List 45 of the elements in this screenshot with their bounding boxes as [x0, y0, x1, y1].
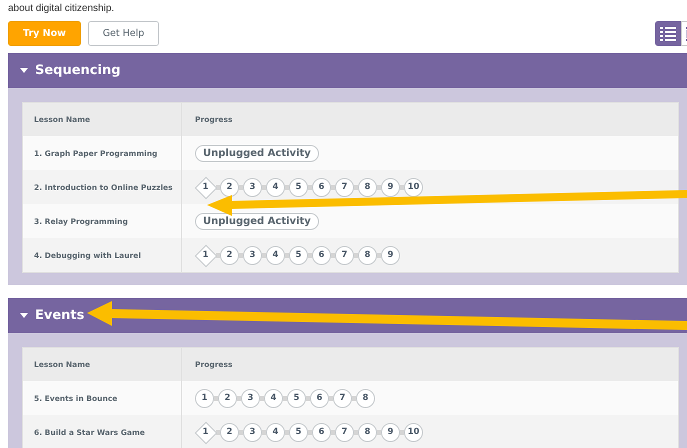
level-bubble[interactable]: 9 [381, 422, 400, 442]
level-bubble[interactable]: 10 [404, 178, 423, 196]
level-bubble[interactable]: 2 [220, 178, 239, 196]
level-bubble[interactable]: 5 [289, 178, 308, 196]
unplugged-activity-badge[interactable]: Unplugged Activity [195, 212, 319, 230]
level-bubble[interactable]: 4 [264, 388, 283, 408]
level-bubble[interactable]: 5 [287, 388, 306, 408]
section-title: Events [35, 308, 84, 323]
level-bubble[interactable]: 3 [241, 388, 260, 408]
level-bubble[interactable]: 8 [358, 178, 377, 196]
caret-icon [20, 313, 28, 318]
level-bubble[interactable]: 3 [243, 246, 262, 264]
level-bubble[interactable]: 6 [312, 178, 331, 196]
level-bubble[interactable]: 6 [310, 388, 329, 408]
level-bubble[interactable]: 9 [381, 246, 400, 264]
level-bubble[interactable]: 10 [404, 422, 423, 442]
help-button[interactable]: Get Help [88, 21, 159, 46]
unplugged-activity-badge[interactable]: Unplugged Activity [195, 144, 319, 162]
level-bubble[interactable]: 4 [266, 178, 285, 196]
level-bubble[interactable]: 5 [289, 422, 308, 442]
level-bubble[interactable]: 6 [312, 246, 331, 264]
level-bubble[interactable]: 3 [243, 422, 262, 442]
section-header[interactable]: Sequencing [8, 53, 687, 88]
list-icon [660, 26, 676, 40]
level-bubble[interactable]: 4 [266, 246, 285, 264]
level-bubble[interactable]: 8 [358, 422, 377, 442]
level-bubble[interactable]: 3 [243, 178, 262, 196]
level-bubble[interactable]: 1 [195, 388, 214, 408]
level-bubble[interactable]: 5 [289, 246, 308, 264]
list-view-button[interactable] [655, 21, 681, 46]
level-bubble[interactable]: 2 [220, 422, 239, 442]
intro-text: about digital citizenship. [7, 2, 116, 16]
section-title: Sequencing [35, 63, 121, 78]
level-bubble[interactable]: 8 [356, 388, 375, 408]
level-bubble[interactable]: 8 [358, 246, 377, 264]
level-bubble[interactable]: 7 [335, 246, 354, 264]
level-bubble[interactable]: 6 [312, 422, 331, 442]
level-bubble[interactable]: 7 [335, 178, 354, 196]
level-bubble[interactable]: 2 [220, 246, 239, 264]
level-bubble[interactable]: 7 [335, 422, 354, 442]
caret-icon [20, 68, 28, 73]
level-bubble[interactable]: 2 [218, 388, 237, 408]
level-bubble[interactable]: 9 [381, 178, 400, 196]
level-bubble[interactable]: 4 [266, 422, 285, 442]
level-bubble[interactable]: 7 [333, 388, 352, 408]
